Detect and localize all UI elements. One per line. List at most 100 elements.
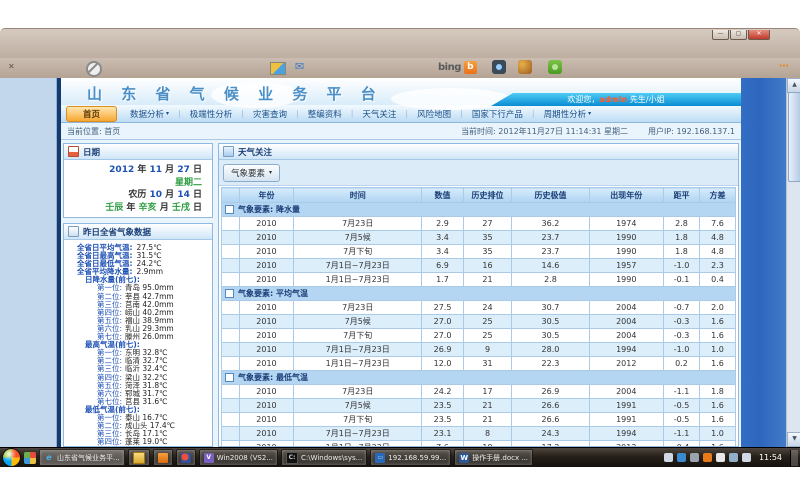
calendar-text: 月 (162, 165, 177, 175)
start-button[interactable] (2, 448, 21, 467)
table-row[interactable]: 20107月下旬27.02530.52004-0.31.6 (222, 329, 736, 343)
calendar-line: 农历 10 月 14 日 (64, 189, 202, 202)
welcome-ribbon: 欢迎您，admin 先生/小姐 (491, 93, 741, 106)
table-row[interactable]: 20101月1日~7月23日12.03122.320120.21.6 (222, 357, 736, 371)
yesterday-panel-header: 昨日全省气象数据 (64, 224, 212, 240)
table-cell: 2010 (239, 315, 293, 329)
camera-icon[interactable] (492, 60, 506, 74)
nav-item-1[interactable]: 首页 (66, 106, 117, 122)
paw-icon[interactable] (518, 60, 532, 74)
taskbar-button-3[interactable] (153, 449, 173, 466)
table-row[interactable]: 20107月1日~7月23日26.9928.01994-1.01.0 (222, 343, 736, 357)
table-row[interactable]: 20107月下旬23.52126.61991-0.51.6 (222, 413, 736, 427)
taskbar-button-2[interactable] (128, 449, 150, 466)
table-row[interactable]: 20107月23日24.21726.92004-1.11.8 (222, 385, 736, 399)
nav-item-8[interactable]: 国家下行产品 (463, 108, 532, 120)
select-cell (222, 217, 240, 231)
table-row[interactable]: 20107月5候3.43523.719901.84.8 (222, 231, 736, 245)
more-options-icon[interactable]: ⋯ (779, 61, 790, 72)
language-indicator-icon[interactable] (664, 453, 673, 462)
table-group-row[interactable]: 气象要素: 平均气温 (222, 287, 736, 301)
table-cell: 2010 (239, 273, 293, 287)
table-cell: 26.9 (422, 343, 463, 357)
taskbar-buttons: e山东省气候业务平... VWin2008 (VS2...C:C:\Windows… (39, 449, 533, 466)
bing-search-widget[interactable]: bing b (438, 61, 477, 74)
table-row[interactable]: 20107月23日27.52430.72004-0.72.0 (222, 301, 736, 315)
calendar-text: 农历 (128, 190, 149, 200)
table-row[interactable]: 20107月5候27.02530.52004-0.31.6 (222, 315, 736, 329)
blocked-popup-icon[interactable] (86, 61, 102, 77)
table-cell: 16 (463, 259, 512, 273)
table-group-row[interactable]: 气象要素: 降水量 (222, 203, 736, 217)
taskbar-button-1[interactable]: e山东省气候业务平... (39, 449, 125, 466)
select-cell (222, 441, 240, 447)
table-cell: 26.6 (512, 413, 589, 427)
table-cell: 8 (463, 427, 512, 441)
table-row[interactable]: 20107月1日~7月23日23.1824.31994-1.11.0 (222, 427, 736, 441)
mail-icon[interactable]: ✉ (295, 60, 304, 73)
volume-icon[interactable] (742, 453, 751, 462)
maximize-button[interactable]: ▢ (730, 30, 747, 40)
table-body: 气象要素: 降水量20107月23日2.92736.219742.87.6201… (222, 203, 736, 447)
table-row[interactable]: 20107月下旬3.43523.719901.84.8 (222, 245, 736, 259)
table-cell: 25 (463, 329, 512, 343)
display-icon[interactable] (729, 453, 738, 462)
nav-item-6[interactable]: 天气关注 (353, 108, 405, 120)
select-column-header (222, 188, 240, 203)
hidden-icons-arrow-icon[interactable] (690, 453, 699, 462)
table-row[interactable]: 20101月1日~7月23日1.7212.81990-0.10.4 (222, 273, 736, 287)
nav-item-9[interactable]: 周期性分析▾ (535, 108, 601, 120)
table-row[interactable]: 20107月1日~7月23日6.91614.61957-1.02.3 (222, 259, 736, 273)
taskbar-button-5[interactable]: VWin2008 (VS2... (199, 449, 278, 466)
table-header-row: 年份时间数值历史排位历史极值出现年份距平方差 (222, 188, 736, 203)
nav-item-2[interactable]: 数据分析▾ (121, 108, 178, 120)
table-cell: 2010 (239, 413, 293, 427)
select-cell (222, 273, 240, 287)
table-row[interactable]: 20107月23日2.92736.219742.87.6 (222, 217, 736, 231)
minimize-button[interactable]: — (712, 30, 729, 40)
firefox-icon[interactable] (703, 453, 712, 462)
calendar-text: 年 (123, 203, 138, 213)
table-cell: 30.7 (512, 301, 589, 315)
scroll-down-icon[interactable]: ▼ (787, 432, 800, 447)
quick-launch-icon[interactable] (24, 452, 36, 464)
table-cell: 24 (463, 301, 512, 315)
bing-search-icon[interactable]: b (464, 61, 477, 74)
page-content: 山 东 省 气 候 业 务 平 台 欢迎您，admin 先生/小姐 首页数据分析… (57, 78, 741, 447)
taskbar-button-8[interactable]: W操作手册.docx ... (454, 449, 533, 466)
table-row[interactable]: 20101月1日~7月23日7.61917.32012-0.41.6 (222, 441, 736, 447)
scroll-up-icon[interactable]: ▲ (787, 78, 800, 93)
screen: — ▢ ✕ ← → e http://192.168.137.1/GLCCLIM… (0, 0, 800, 500)
table-group-row[interactable]: 气象要素: 最低气温 (222, 371, 736, 385)
nav-item-5[interactable]: 整编资料 (299, 108, 351, 120)
checkbox-icon[interactable] (225, 205, 234, 214)
photos-icon[interactable] (270, 62, 286, 75)
select-cell (222, 259, 240, 273)
table-cell: 2.9 (422, 217, 463, 231)
action-center-flag-icon[interactable] (716, 453, 725, 462)
taskbar-button-7[interactable]: ▭192.168.59.99... (370, 449, 451, 466)
checkbox-icon[interactable] (225, 373, 234, 382)
taskbar-clock[interactable]: 11:54 (759, 453, 782, 462)
scrollbar-thumb[interactable] (788, 92, 800, 182)
nav-menu: 首页数据分析▾|极端性分析|灾害查询|整编资料|天气关注|风险地图|国家下行产品… (61, 105, 741, 123)
addon-puzzle-icon[interactable] (548, 60, 562, 74)
page-scrollbar[interactable]: ▲ ▼ (786, 78, 800, 447)
checkbox-icon[interactable] (225, 289, 234, 298)
toolbar-close-icon[interactable]: ✕ (8, 62, 15, 71)
table-cell: 7月5候 (293, 399, 422, 413)
element-filter-button[interactable]: 气象要素 ▾ (223, 164, 280, 182)
table-cell: 23.7 (512, 245, 589, 259)
nav-item-4[interactable]: 灾害查询 (244, 108, 296, 120)
table-row[interactable]: 20107月5候23.52126.61991-0.51.6 (222, 399, 736, 413)
taskbar-button-6[interactable]: C:C:\Windows\sys... (281, 449, 367, 466)
nav-item-3[interactable]: 极端性分析 (181, 108, 242, 120)
taskbar-button-4[interactable] (176, 449, 196, 466)
table-cell: -1.0 (664, 343, 700, 357)
table-cell: 35 (463, 231, 512, 245)
table-cell: -0.5 (664, 413, 700, 427)
table-cell: 1.6 (699, 315, 735, 329)
show-desktop-button[interactable] (790, 450, 798, 466)
close-button[interactable]: ✕ (748, 30, 770, 40)
network-globe-icon[interactable] (677, 453, 686, 462)
